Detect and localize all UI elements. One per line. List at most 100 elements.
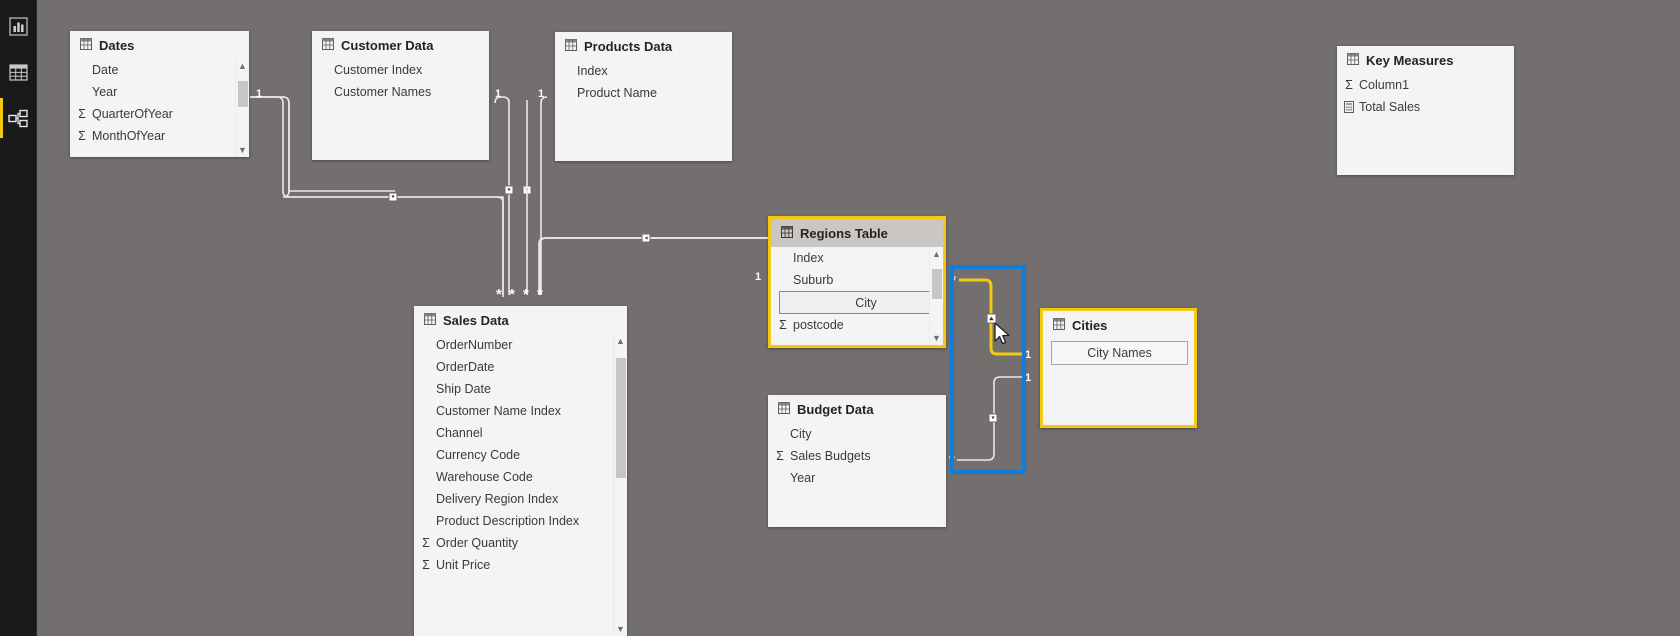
sigma-icon: Σ	[422, 536, 430, 550]
model-canvas[interactable]: * * * * 1 1 1 1 * 1 * 1 Dates Date Year …	[37, 0, 1680, 636]
field-row[interactable]: Suburb	[771, 269, 943, 291]
field-label: Channel	[436, 426, 483, 440]
field-row-city-dragging[interactable]: City	[779, 291, 939, 314]
vertical-scrollbar[interactable]: ▲ ▼	[613, 334, 627, 636]
field-row[interactable]: Year	[768, 467, 946, 489]
chevron-up-icon[interactable]: ▲	[238, 59, 247, 73]
scrollbar-thumb[interactable]	[932, 269, 942, 299]
field-row-city-names[interactable]: City Names	[1051, 341, 1188, 365]
table-header-dates[interactable]: Dates	[70, 31, 249, 59]
field-label: Sales Budgets	[790, 449, 871, 463]
model-relationship-icon	[8, 109, 29, 128]
field-row[interactable]: Σ Column1	[1337, 74, 1514, 96]
power-bi-model-view: * * * * 1 1 1 1 * 1 * 1 Dates Date Year …	[0, 0, 1680, 636]
field-row[interactable]: Ship Date	[414, 378, 627, 400]
field-row[interactable]: Product Description Index	[414, 510, 627, 532]
table-card-products-data[interactable]: Products Data Index Product Name	[555, 32, 732, 161]
table-card-key-measures[interactable]: Key Measures Σ Column1 Total Sales	[1337, 46, 1514, 175]
relationship-drop-zone[interactable]	[950, 265, 1026, 474]
sigma-icon: Σ	[1345, 78, 1353, 92]
sigma-icon: Σ	[779, 318, 787, 332]
field-row[interactable]: Year	[70, 81, 249, 103]
sidebar-item-report-view[interactable]	[0, 6, 37, 46]
table-card-regions-table[interactable]: Regions Table Index Suburb City Σpostcod…	[768, 216, 946, 348]
sigma-icon: Σ	[422, 558, 430, 572]
cardinality-one-regions: 1	[755, 271, 761, 283]
table-header-key-measures[interactable]: Key Measures	[1337, 46, 1514, 74]
sigma-icon: Σ	[78, 107, 86, 121]
field-row[interactable]: Date	[70, 59, 249, 81]
sidebar-item-model-view[interactable]	[0, 98, 37, 138]
table-header-regions-table[interactable]: Regions Table	[771, 219, 943, 247]
table-header-cities[interactable]: Cities	[1043, 311, 1194, 339]
sidebar-item-data-view[interactable]	[0, 52, 37, 92]
table-card-budget-data[interactable]: Budget Data City Σ Sales Budgets Year	[768, 395, 946, 527]
table-icon	[1347, 53, 1359, 68]
field-label: Year	[790, 471, 816, 485]
field-row[interactable]: Customer Index	[312, 59, 489, 81]
vertical-scrollbar[interactable]: ▲ ▼	[929, 247, 943, 345]
field-label: City	[790, 427, 812, 441]
table-icon	[565, 39, 577, 54]
scrollbar-thumb[interactable]	[238, 81, 248, 107]
table-header-budget-data[interactable]: Budget Data	[768, 395, 946, 423]
field-label: MonthOfYear	[92, 129, 166, 143]
table-header-customer-data[interactable]: Customer Data	[312, 31, 489, 59]
field-row[interactable]: Delivery Region Index	[414, 488, 627, 510]
field-row[interactable]: Σ Sales Budgets	[768, 445, 946, 467]
chevron-down-icon[interactable]: ▼	[616, 622, 625, 636]
field-row[interactable]: Index	[555, 60, 732, 82]
field-row[interactable]: Currency Code	[414, 444, 627, 466]
field-row[interactable]: Total Sales	[1337, 96, 1514, 118]
cardinality-many-customer: *	[509, 286, 515, 303]
table-icon	[322, 38, 334, 53]
table-card-dates[interactable]: Dates Date Year Σ QuarterOfYear Σ MonthOfY…	[70, 31, 249, 157]
field-row[interactable]: Warehouse Code	[414, 466, 627, 488]
chevron-down-icon[interactable]: ▼	[932, 331, 941, 345]
table-header-sales-data[interactable]: Sales Data	[414, 306, 627, 334]
field-row[interactable]: Index	[771, 247, 943, 269]
field-row[interactable]: Customer Name Index	[414, 400, 627, 422]
field-label: Delivery Region Index	[436, 492, 559, 506]
field-row[interactable]: Σ Order Quantity	[414, 532, 627, 554]
chevron-up-icon[interactable]: ▲	[932, 247, 941, 261]
table-fields-customer-data: Customer Index Customer Names	[312, 59, 489, 160]
field-row[interactable]: OrderNumber	[414, 334, 627, 356]
table-icon	[80, 38, 92, 53]
field-row[interactable]: City	[768, 423, 946, 445]
chevron-up-icon[interactable]: ▲	[616, 334, 625, 348]
table-title: Customer Data	[341, 38, 434, 53]
table-fields-cities: City Names	[1043, 339, 1194, 425]
table-card-cities[interactable]: Cities City Names	[1040, 308, 1197, 428]
table-card-sales-data[interactable]: Sales Data OrderNumber OrderDate Ship Da…	[414, 306, 627, 636]
field-label: QuarterOfYear	[92, 107, 173, 121]
field-row[interactable]: Σpostcode	[771, 314, 943, 336]
cardinality-many-regions: *	[537, 286, 543, 303]
field-row[interactable]: Product Name	[555, 82, 732, 104]
vertical-scrollbar[interactable]: ▲ ▼	[235, 59, 249, 157]
field-row[interactable]: Σ MonthOfYear	[70, 125, 249, 147]
field-label: Column1	[1359, 78, 1410, 92]
wire-customer-sales	[494, 96, 514, 295]
field-label: Product Description Index	[436, 514, 580, 528]
chevron-down-icon[interactable]: ▼	[238, 143, 247, 157]
table-card-customer-data[interactable]: Customer Data Customer Index Customer Na…	[312, 31, 489, 160]
field-row[interactable]: Σ Unit Price	[414, 554, 627, 576]
table-fields-key-measures: Σ Column1 Total Sales	[1337, 74, 1514, 175]
table-header-products-data[interactable]: Products Data	[555, 32, 732, 60]
table-fields-sales-data: OrderNumber OrderDate Ship Date Customer…	[414, 334, 627, 636]
field-row[interactable]: Customer Names	[312, 81, 489, 103]
field-row[interactable]: OrderDate	[414, 356, 627, 378]
table-fields-budget-data: City Σ Sales Budgets Year	[768, 423, 946, 527]
field-row[interactable]: Channel	[414, 422, 627, 444]
table-icon	[781, 226, 793, 241]
field-label: Ship Date	[436, 382, 491, 396]
cardinality-one-dates: 1	[256, 88, 262, 100]
wire-regions-sales	[538, 233, 770, 295]
field-label: Unit Price	[436, 558, 491, 572]
field-label: Year	[92, 85, 118, 99]
field-label: Total Sales	[1359, 100, 1421, 114]
field-row[interactable]: Σ QuarterOfYear	[70, 103, 249, 125]
field-label: City Names	[1087, 346, 1152, 360]
scrollbar-thumb[interactable]	[616, 358, 626, 478]
